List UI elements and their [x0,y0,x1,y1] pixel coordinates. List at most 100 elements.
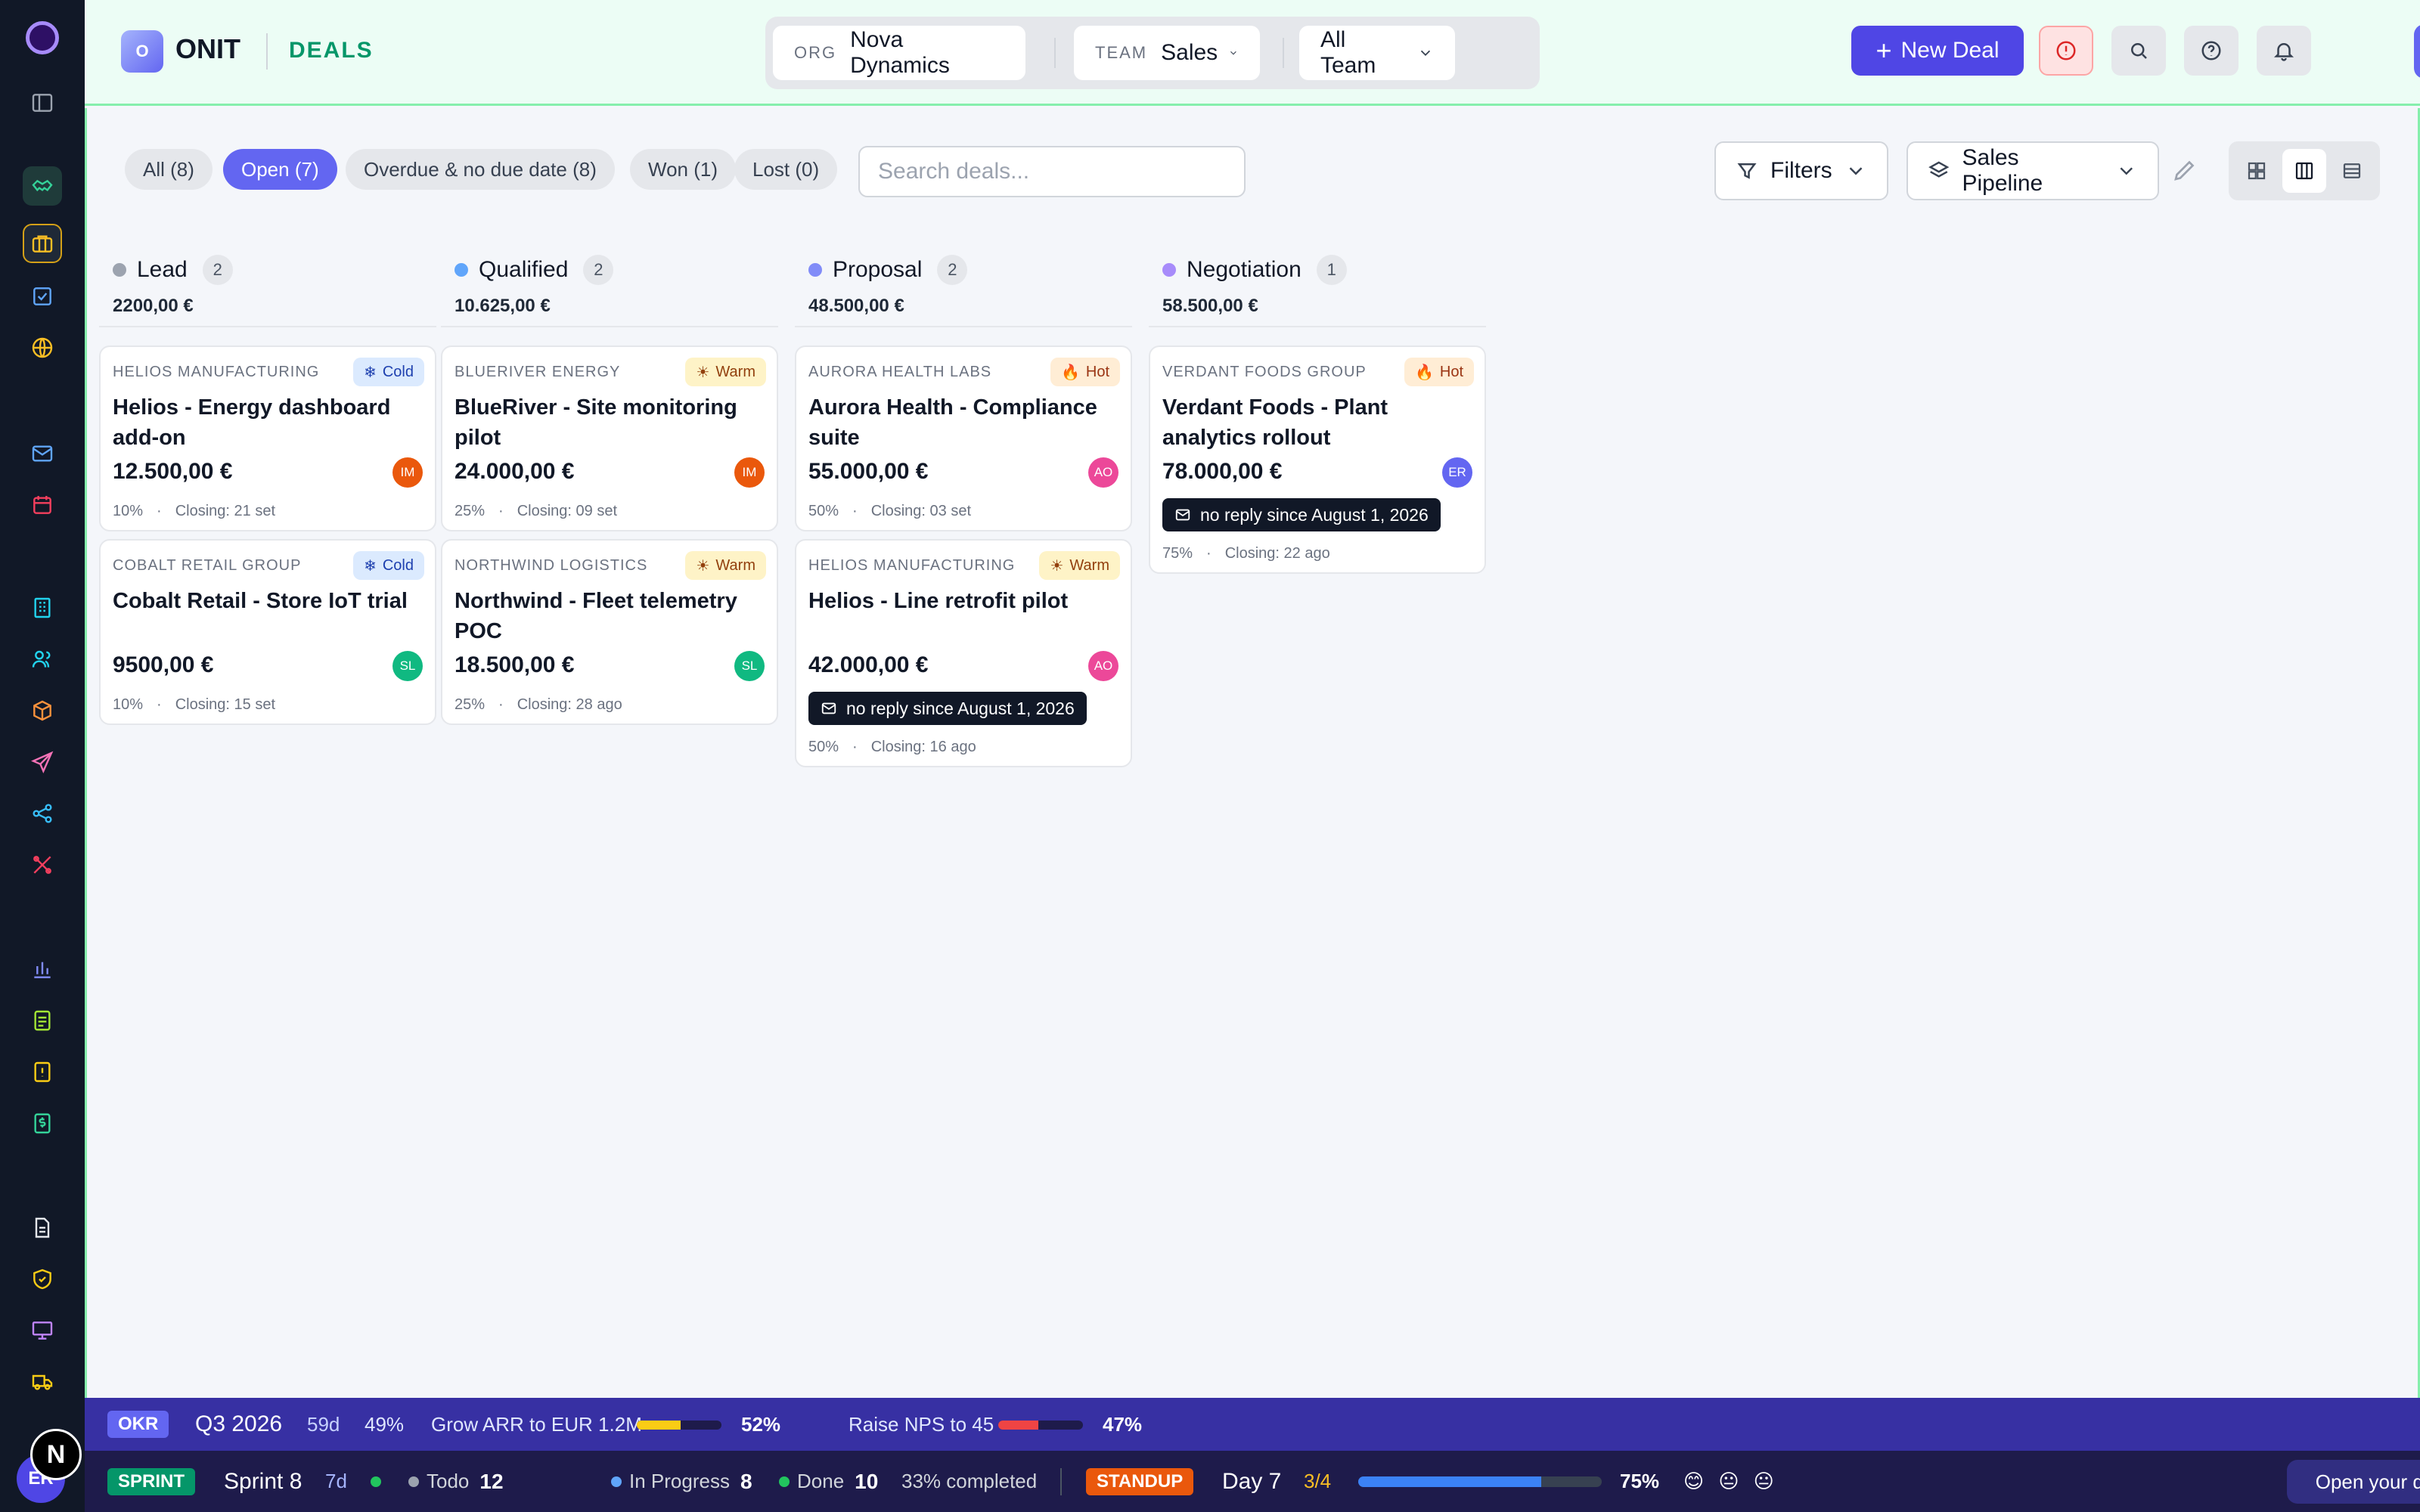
presentation-icon[interactable] [23,1311,62,1350]
standup-fraction: 3/4 [1304,1470,1332,1492]
column-title[interactable]: Qualified 2 [455,255,614,285]
mail-icon [821,700,837,717]
deal-title[interactable]: Verdant Foods - Plant analytics rollout [1162,392,1465,453]
okr-bar[interactable]: OKR Q3 2026 59d 49% Grow ARR to EUR 1.2M… [85,1398,2420,1451]
new-deal-label: New Deal [1900,38,2000,63]
truck-icon[interactable] [23,1362,62,1402]
deal-card[interactable]: HELIOS MANUFACTURING ☀ Warm Helios - Line r… [795,539,1132,767]
new-deal-button[interactable]: + New Deal [1851,26,2024,76]
deal-title[interactable]: Helios - Line retrofit pilot [808,586,1111,616]
calendar-icon[interactable] [23,485,62,525]
kanban-view-button[interactable] [2282,149,2326,193]
okr-badge: OKR [107,1411,169,1438]
filter-pill[interactable]: All (8) [125,149,213,190]
sprint-name[interactable]: Sprint 8 [224,1451,302,1512]
deal-company: VERDANT FOODS GROUP [1162,364,1367,380]
no-reply-alert[interactable]: no reply since August 1, 2026 [808,692,1087,725]
sidebar-toggle-icon[interactable] [23,83,62,122]
table-view-button[interactable] [2330,149,2374,193]
billing-icon[interactable] [23,1104,62,1143]
brand-logo[interactable]: O [121,30,163,73]
owner-avatar[interactable]: ER [1442,457,1472,488]
search-button[interactable] [2111,26,2166,76]
invoice-alert-icon[interactable] [23,1052,62,1092]
task-checkbox-icon[interactable] [23,277,62,316]
box-icon[interactable] [23,691,62,730]
deals-handshake-icon[interactable] [23,166,62,206]
briefcase-icon[interactable] [23,224,62,263]
mood-emojis[interactable]: 😊 😐 😐 [1683,1451,1779,1512]
deal-title[interactable]: BlueRiver - Site monitoring pilot [455,392,757,453]
temperature-label: Warm [1069,556,1109,574]
search-deals-input[interactable] [858,146,1246,197]
owner-avatar[interactable]: IM [392,457,423,488]
team-selector[interactable]: TEAM Sales [1074,26,1260,80]
shield-check-icon[interactable] [23,1259,62,1299]
deal-card[interactable]: COBALT RETAIL GROUP ❄ Cold Cobalt Retail - … [99,539,436,725]
tools-icon[interactable] [23,845,62,885]
spreadsheet-icon[interactable] [23,1001,62,1040]
open-your-day-button[interactable]: Open your day [2287,1460,2420,1504]
deal-title[interactable]: Northwind - Fleet telemetry POC [455,586,757,646]
mail-icon[interactable] [23,434,62,473]
chevron-down-icon [1420,50,1431,57]
deal-card[interactable]: HELIOS MANUFACTURING ❄ Cold Helios - Energy… [99,345,436,531]
user-avatar[interactable]: ER [2414,24,2420,79]
deals-board: All (8) Open (7) Overdue & no due date (8)… [85,108,2420,1398]
column-title[interactable]: Negotiation 1 [1162,255,1347,285]
globe-icon[interactable] [23,328,62,367]
deal-title[interactable]: Helios - Energy dashboard add-on [113,392,415,453]
owner-avatar[interactable]: SL [734,651,765,681]
standup-badge: STANDUP [1086,1467,1194,1495]
okr-goal-2-progress [998,1421,1083,1430]
owner-avatar[interactable]: IM [734,457,765,488]
org-selector[interactable]: ORG Nova Dynamics [773,26,1025,80]
column-count-badge: 2 [202,255,233,285]
sprint-done: Done 10 [779,1451,878,1512]
owner-avatar[interactable]: AO [1088,457,1118,488]
grid-view-button[interactable] [2235,149,2279,193]
contacts-icon[interactable] [23,640,62,679]
alert-circle-icon [2056,41,2076,60]
deal-closing: Closing: 16 ago [870,739,976,755]
edit-pencil-icon[interactable] [2171,156,2198,184]
document-icon[interactable] [23,1208,62,1247]
filters-button[interactable]: Filters [1714,141,1888,200]
deal-company: HELIOS MANUFACTURING [113,364,320,380]
bar-chart-icon[interactable] [23,950,62,989]
temperature-label: Hot [1439,363,1463,380]
alert-button[interactable] [2039,26,2093,76]
send-icon[interactable] [23,742,62,782]
app-logo-icon[interactable] [26,21,59,54]
deal-card[interactable]: BLUERIVER ENERGY ☀ Warm BlueRiver - Site mo… [441,345,778,531]
column-title[interactable]: Lead 2 [113,255,233,285]
column-title[interactable]: Proposal 2 [808,255,968,285]
filter-pill[interactable]: Overdue & no due date (8) [346,149,615,190]
filters-label: Filters [1770,158,1832,183]
deal-title[interactable]: Cobalt Retail - Store IoT trial [113,586,415,616]
stage-dot [1162,263,1176,277]
filter-pill[interactable]: Lost (0) [734,149,838,190]
deal-company: NORTHWIND LOGISTICS [455,557,648,574]
scope-selector[interactable]: All Team [1299,26,1455,80]
help-button[interactable] [2184,26,2238,76]
deal-title[interactable]: Aurora Health - Compliance suite [808,392,1111,453]
owner-avatar[interactable]: AO [1088,651,1118,681]
deal-card[interactable]: NORTHWIND LOGISTICS ☀ Warm Northwind - Flee… [441,539,778,725]
owner-avatar[interactable]: SL [392,651,423,681]
pipeline-selector[interactable]: Sales Pipeline [1907,141,2159,200]
column-header: Qualified 2 10.625,00 € [441,244,778,327]
share-icon[interactable] [23,794,62,833]
table-icon [2343,163,2361,178]
building-icon[interactable] [23,588,62,627]
context-divider [1054,38,1056,68]
filter-pill[interactable]: Open (7) [223,149,337,190]
deal-card[interactable]: VERDANT FOODS GROUP 🔥 Hot Verdant Foods - P… [1149,345,1486,574]
filter-pill[interactable]: Won (1) [630,149,736,190]
sprint-badge: SPRINT [107,1467,196,1495]
left-rail: ER N [0,0,85,1512]
n-logo-badge[interactable]: N [30,1429,82,1480]
notifications-button[interactable] [2257,26,2311,76]
deal-card[interactable]: AURORA HEALTH LABS 🔥 Hot Aurora Health - Co… [795,345,1132,531]
no-reply-alert[interactable]: no reply since August 1, 2026 [1162,498,1441,531]
